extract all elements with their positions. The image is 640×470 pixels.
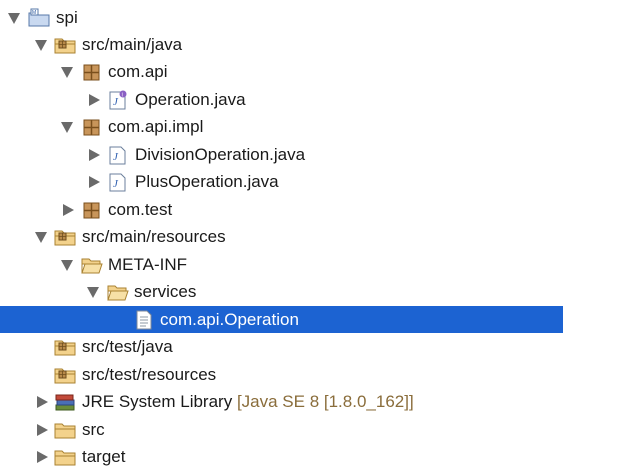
expand-arrow-icon[interactable] <box>87 287 99 298</box>
java-interface-file-icon: J I <box>109 90 127 110</box>
tree-item-label: com.test <box>108 200 173 219</box>
tree-item-label: Operation.java <box>135 90 246 109</box>
tree-item-src-main-java[interactable]: src/main/java <box>0 31 640 58</box>
jre-version-decoration: [Java SE 8 [1.8.0_162]] <box>236 392 414 411</box>
tree-item-label: com.api <box>108 62 168 81</box>
svg-text:I: I <box>122 93 123 99</box>
tree-item-com-api[interactable]: com.api <box>0 58 640 85</box>
tree-item-com-api-operation[interactable]: com.api.Operation <box>0 306 563 333</box>
expand-arrow-icon[interactable] <box>61 67 73 78</box>
collapse-arrow-icon[interactable] <box>89 94 100 106</box>
library-icon <box>55 394 75 411</box>
tree-item-label: spi <box>56 8 78 27</box>
expand-arrow-icon[interactable] <box>35 232 47 243</box>
tree-item-meta-inf[interactable]: META-INF <box>0 251 640 278</box>
tree-item-label: src <box>82 420 105 439</box>
tree-item-label: PlusOperation.java <box>135 172 279 191</box>
tree-item-label: services <box>134 282 197 301</box>
package-icon <box>83 64 100 81</box>
tree-item-division-operation-java[interactable]: J DivisionOperation.java <box>0 141 640 168</box>
tree-item-com-api-impl[interactable]: com.api.impl <box>0 113 640 140</box>
tree-item-label: src/main/java <box>82 35 183 54</box>
tree-item-spi[interactable]: M spi <box>0 4 640 31</box>
folder-open-icon <box>81 258 103 274</box>
expand-arrow-icon[interactable] <box>8 13 20 24</box>
tree-item-label: src/main/resources <box>82 227 226 246</box>
tree-item-label: com.api.impl <box>108 117 204 136</box>
folder-open-icon <box>107 285 129 301</box>
collapse-arrow-icon[interactable] <box>37 396 48 408</box>
tree-item-label: DivisionOperation.java <box>135 145 306 164</box>
tree-item-operation-java[interactable]: J I Operation.java <box>0 86 640 113</box>
expand-arrow-icon[interactable] <box>61 122 73 133</box>
collapse-arrow-icon[interactable] <box>37 451 48 463</box>
package-icon <box>83 202 100 219</box>
tree-item-label: JRE System Library [Java SE 8 [1.8.0_162… <box>82 392 414 412</box>
java-file-icon: J <box>109 173 126 192</box>
tree-item-label: com.api.Operation <box>160 310 299 329</box>
collapse-arrow-icon[interactable] <box>63 204 74 216</box>
collapse-arrow-icon[interactable] <box>37 424 48 436</box>
tree-item-services[interactable]: services <box>0 278 640 305</box>
tree-item-target[interactable]: target <box>0 443 640 470</box>
source-folder-icon <box>54 368 76 384</box>
tree-item-label: src/test/resources <box>82 365 217 384</box>
tree-item-label: META-INF <box>108 255 188 274</box>
library-name: JRE System Library <box>82 392 233 411</box>
tree-item-src-main-resources[interactable]: src/main/resources <box>0 223 640 250</box>
source-folder-icon <box>54 230 76 246</box>
source-folder-icon <box>54 340 76 356</box>
tree-item-src-test-resources[interactable]: src/test/resources <box>0 361 640 388</box>
collapse-arrow-icon[interactable] <box>89 176 100 188</box>
svg-text:M: M <box>32 10 36 16</box>
package-icon <box>83 119 100 136</box>
project-icon: M <box>28 8 50 27</box>
collapse-arrow-icon[interactable] <box>89 149 100 161</box>
tree-item-src[interactable]: src <box>0 416 640 443</box>
text-file-icon <box>136 310 152 330</box>
tree-item-com-test[interactable]: com.test <box>0 196 640 223</box>
java-file-icon: J <box>109 146 126 165</box>
tree-item-label: src/test/java <box>82 337 173 356</box>
expand-arrow-icon[interactable] <box>35 40 47 51</box>
expand-arrow-icon[interactable] <box>61 260 73 271</box>
tree-item-src-test-java[interactable]: src/test/java <box>0 333 640 360</box>
tree-item-label: target <box>82 447 126 466</box>
tree-item-plus-operation-java[interactable]: J PlusOperation.java <box>0 168 640 195</box>
source-folder-icon <box>54 38 76 54</box>
folder-icon <box>54 423 76 439</box>
folder-icon <box>54 450 76 466</box>
project-explorer-tree: M spi src/main/java com.api J I Operatio… <box>0 0 640 466</box>
tree-item-jre-system-library[interactable]: JRE System Library [Java SE 8 [1.8.0_162… <box>0 388 640 415</box>
